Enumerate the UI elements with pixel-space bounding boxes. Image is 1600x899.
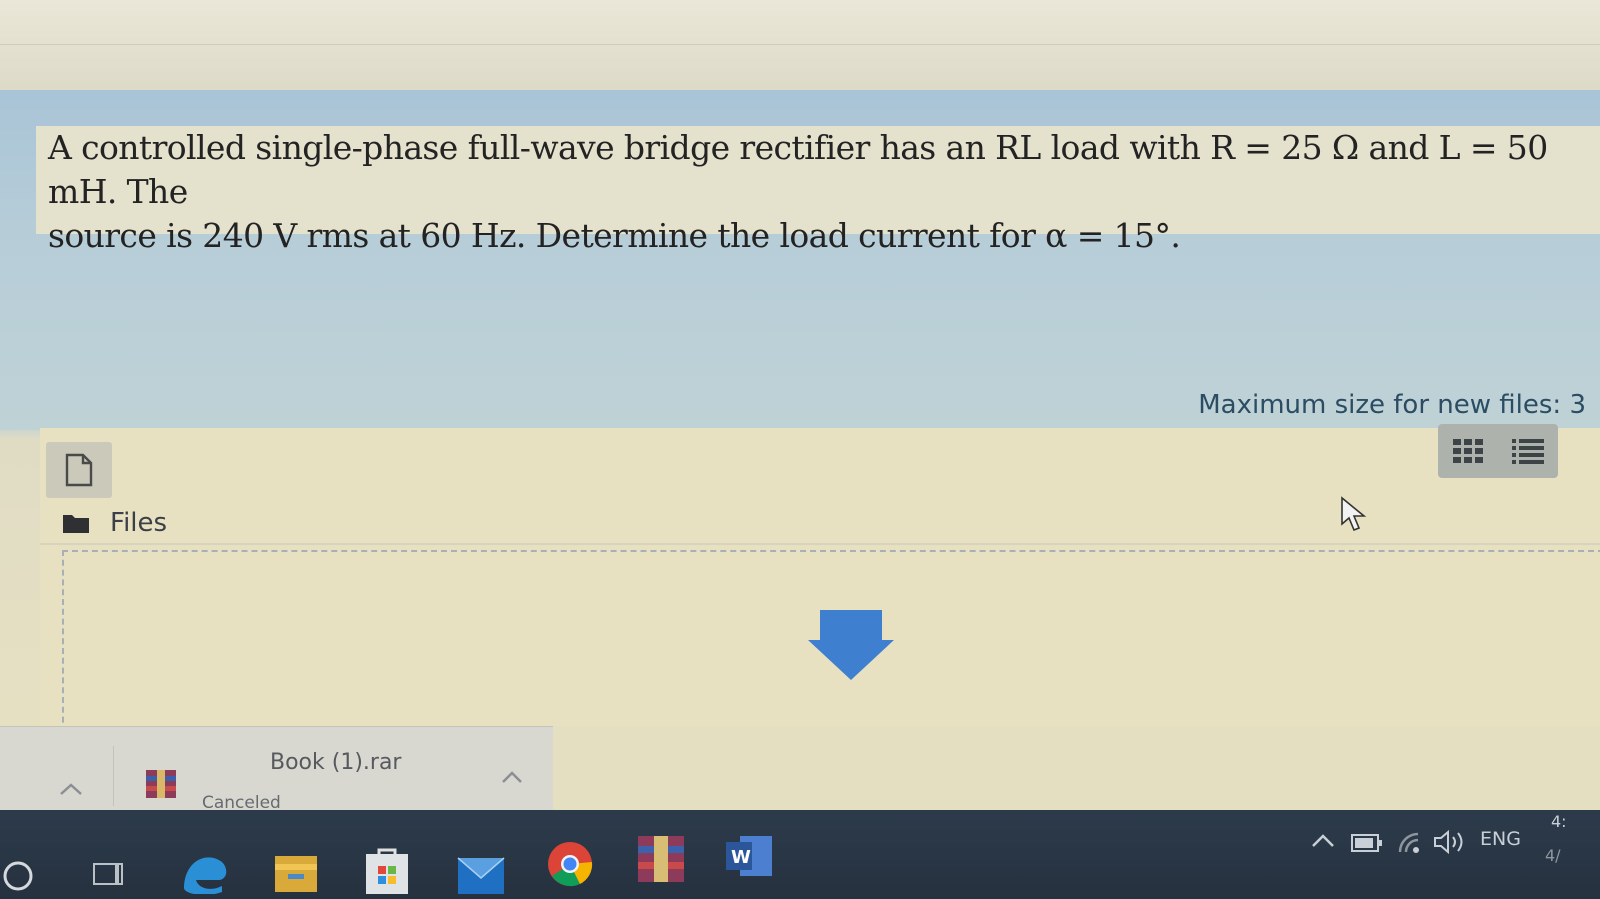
battery-icon[interactable] (1350, 832, 1384, 854)
search-icon[interactable] (0, 858, 36, 894)
word-icon[interactable]: W (726, 834, 774, 878)
top-divider (0, 44, 1600, 45)
mouse-cursor-icon (1340, 496, 1368, 536)
breadcrumb-divider (40, 543, 1600, 545)
question-line-2: source is 240 V rms at 60 Hz. Determine … (48, 216, 1181, 255)
grid-view-button[interactable] (1438, 424, 1498, 478)
breadcrumb-files[interactable]: Files (110, 508, 167, 538)
show-hidden-icons-icon[interactable] (1310, 832, 1336, 850)
add-file-button[interactable] (46, 442, 112, 498)
language-indicator[interactable]: ENG (1480, 828, 1521, 850)
add-file-icon (65, 453, 93, 487)
wifi-icon[interactable] (1396, 830, 1426, 856)
download-file-name[interactable]: Book (1).rar (270, 750, 401, 775)
svg-text:W: W (731, 847, 751, 868)
download-arrow-icon (806, 610, 896, 686)
clock-time[interactable]: 4: (1551, 812, 1567, 831)
list-view-icon (1512, 439, 1544, 464)
shelf-expand-icon[interactable] (58, 780, 84, 798)
mail-icon[interactable] (456, 846, 506, 896)
volume-icon[interactable] (1432, 828, 1468, 856)
max-file-size-text: Maximum size for new files: 3 (1198, 390, 1586, 420)
edge-icon[interactable] (180, 848, 230, 894)
grid-view-icon (1453, 439, 1483, 463)
store-icon[interactable] (364, 846, 410, 894)
question-box: A controlled single-phase full-wave brid… (36, 126, 1600, 255)
breadcrumb: Files (62, 508, 167, 538)
clock-date[interactable]: 4/ (1545, 846, 1561, 865)
view-toggle (1438, 424, 1558, 478)
download-options-icon[interactable] (500, 768, 524, 786)
task-view-icon[interactable] (92, 860, 124, 890)
question-line-1: A controlled single-phase full-wave brid… (48, 128, 1548, 211)
browser-top-area (0, 0, 1600, 91)
folder-icon (63, 515, 89, 533)
winrar-icon[interactable] (638, 836, 684, 882)
page-bottom (553, 726, 1600, 810)
taskbar: W ENG 4: 4/ (0, 810, 1600, 899)
file-explorer-icon[interactable] (274, 852, 318, 894)
rar-file-icon (146, 770, 176, 798)
list-view-button[interactable] (1498, 424, 1558, 478)
shelf-separator (113, 746, 114, 806)
chrome-icon[interactable] (546, 840, 594, 888)
